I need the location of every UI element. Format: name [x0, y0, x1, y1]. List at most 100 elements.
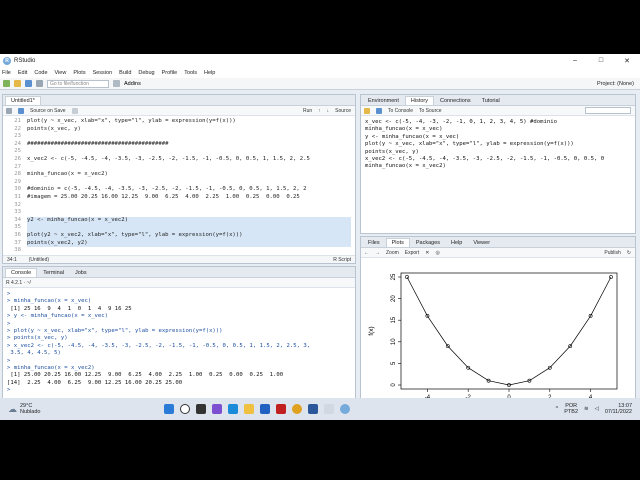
clock-date[interactable]: 07/11/2022	[605, 409, 632, 415]
windows-start-icon[interactable]	[163, 404, 174, 414]
menu-debug[interactable]: Debug	[138, 70, 154, 76]
menu-tools[interactable]: Tools	[184, 70, 197, 76]
tab-connections[interactable]: Connections	[435, 97, 476, 105]
history-item[interactable]: points(x_vec, y)	[365, 149, 631, 156]
save-history-icon[interactable]	[376, 107, 382, 114]
tab-jobs[interactable]: Jobs	[70, 269, 92, 277]
load-history-icon[interactable]	[364, 107, 370, 114]
menu-edit[interactable]: Edit	[18, 70, 27, 76]
wifi-icon[interactable]: ≋	[584, 406, 589, 412]
print-icon[interactable]	[36, 80, 43, 87]
weather-widget[interactable]: ☁ 29°C Nublado	[8, 403, 41, 415]
history-item[interactable]: y <- minha_funcao(x = x_vec)	[365, 134, 631, 141]
tab-environment[interactable]: Environment	[363, 97, 404, 105]
up-arrow-icon[interactable]: ↑	[318, 108, 321, 114]
tab-terminal[interactable]: Terminal	[38, 269, 69, 277]
back-icon[interactable]	[6, 107, 12, 114]
tab-tutorial[interactable]: Tutorial	[477, 97, 505, 105]
refresh-icon[interactable]: ↻	[627, 250, 631, 256]
store-icon[interactable]	[259, 404, 270, 414]
code-line[interactable]: plot(y2 ~ x_vec2, xlab="x", type="l", yl…	[27, 231, 351, 240]
run-button[interactable]: Run	[303, 108, 312, 114]
next-plot-icon[interactable]: →	[375, 250, 380, 256]
code-line[interactable]: y2 <- minha_funcao(x = x_vec2)	[27, 216, 351, 225]
source-lines[interactable]: plot(y ~ x_vec, xlab="x", type="l", ylab…	[27, 118, 351, 263]
code-line[interactable]: points(x_vec2, y2)	[27, 239, 351, 248]
close-icon[interactable]: ✕	[614, 57, 640, 65]
code-line[interactable]: points(x_vec, y)	[27, 126, 351, 134]
word-icon[interactable]	[307, 404, 318, 414]
down-arrow-icon[interactable]: ↓	[327, 108, 330, 114]
menu-help[interactable]: Help	[204, 70, 215, 76]
source-button[interactable]: Source	[335, 108, 351, 114]
code-line[interactable]	[27, 164, 351, 172]
code-line[interactable]: x_vec2 <- c(-5, -4.5, -4, -3.5, -3, -2.5…	[27, 156, 351, 164]
history-list[interactable]: x_vec <- c(-5, -4, -3, -2, -1, 0, 1, 2, …	[365, 119, 631, 171]
tab-untitled1[interactable]: Untitled1*	[5, 96, 41, 105]
chrome-icon[interactable]	[291, 404, 302, 414]
code-line[interactable]	[27, 224, 351, 232]
code-line[interactable]: #dominio = c(-5, -4.5, -4, -3.5, -3, -2.…	[27, 186, 351, 194]
open-file-icon[interactable]	[14, 80, 21, 87]
file-type[interactable]: R Script	[333, 257, 351, 263]
history-item[interactable]: plot(y ~ x_vec, xlab="x", type="l", ylab…	[365, 141, 631, 148]
tab-console[interactable]: Console	[5, 268, 38, 277]
publish-button[interactable]: Publish	[604, 250, 620, 256]
history-item[interactable]: minha_funcao(x = x_vec)	[365, 126, 631, 133]
history-item[interactable]: minha_funcao(x = x_vec2)	[365, 163, 631, 170]
task-view-icon[interactable]	[195, 404, 206, 414]
grid-icon[interactable]	[113, 80, 120, 87]
addins-menu[interactable]: Addins	[124, 81, 141, 87]
tab-history[interactable]: History	[404, 96, 435, 105]
code-line[interactable]: plot(y ~ x_vec, xlab="x", type="l", ylab…	[27, 118, 351, 126]
history-item[interactable]: x_vec <- c(-5, -4, -3, -2, -1, 0, 1, 2, …	[365, 119, 631, 126]
to-source-button[interactable]: To Source	[419, 108, 442, 114]
code-line[interactable]	[27, 202, 351, 210]
code-line[interactable]: ########################################…	[27, 141, 351, 149]
clear-plots-icon[interactable]: ◎	[435, 250, 439, 256]
code-line[interactable]: #imagem = 25.00 20.25 16.00 12.25 9.00 6…	[27, 194, 351, 202]
menu-profile[interactable]: Profile	[162, 70, 178, 76]
tab-plots[interactable]: Plots	[385, 238, 410, 247]
edge-icon[interactable]	[227, 404, 238, 414]
volume-icon[interactable]: ◁	[595, 406, 599, 412]
code-line[interactable]: minha_funcao(x = x_vec2)	[27, 171, 351, 179]
search-icon[interactable]	[71, 107, 78, 114]
menu-build[interactable]: Build	[119, 70, 131, 76]
menu-session[interactable]: Session	[93, 70, 113, 76]
code-editor[interactable]: 2122232425262728293031323334353637383940…	[3, 118, 355, 263]
history-item[interactable]: x_vec2 <- c(-5, -4.5, -4, -3.5, -3, -2.5…	[365, 156, 631, 163]
to-console-button[interactable]: To Console	[388, 108, 413, 114]
goto-file-input[interactable]: Go to file/function	[47, 79, 109, 88]
tab-packages[interactable]: Packages	[411, 239, 445, 247]
console-output[interactable]: > > minha_funcao(x = x_vec) [1] 25 16 9 4…	[7, 291, 351, 395]
code-line[interactable]	[27, 148, 351, 156]
code-line[interactable]	[27, 209, 351, 217]
save-icon[interactable]	[25, 80, 32, 87]
code-line[interactable]	[27, 247, 351, 255]
chat-icon[interactable]	[211, 404, 222, 414]
menu-plots[interactable]: Plots	[73, 70, 85, 76]
save-icon[interactable]	[18, 107, 24, 114]
maximize-icon[interactable]: □	[588, 57, 614, 65]
tab-files[interactable]: Files	[363, 239, 385, 247]
prev-plot-icon[interactable]: ←	[364, 250, 369, 256]
search-icon[interactable]	[179, 404, 190, 414]
code-line[interactable]	[27, 179, 351, 187]
zoom-button[interactable]: Zoom	[386, 250, 399, 256]
remove-plot-icon[interactable]: ✕	[425, 250, 429, 256]
code-line[interactable]	[27, 133, 351, 141]
minimize-icon[interactable]: –	[562, 57, 588, 65]
tab-help[interactable]: Help	[446, 239, 467, 247]
source-on-save-checkbox[interactable]: Source on Save	[30, 108, 66, 114]
settings-icon[interactable]	[323, 404, 334, 414]
chevron-up-icon[interactable]: ^	[556, 406, 559, 412]
keyboard-layout[interactable]: PTB2	[564, 409, 578, 415]
menu-view[interactable]: View	[55, 70, 67, 76]
scope-indicator[interactable]: (Untitled)	[29, 257, 49, 263]
history-search-input[interactable]	[585, 107, 631, 114]
rstudio-taskbar-icon[interactable]	[339, 404, 350, 414]
menu-code[interactable]: Code	[34, 70, 47, 76]
tab-viewer[interactable]: Viewer	[468, 239, 495, 247]
menu-file[interactable]: File	[2, 70, 11, 76]
